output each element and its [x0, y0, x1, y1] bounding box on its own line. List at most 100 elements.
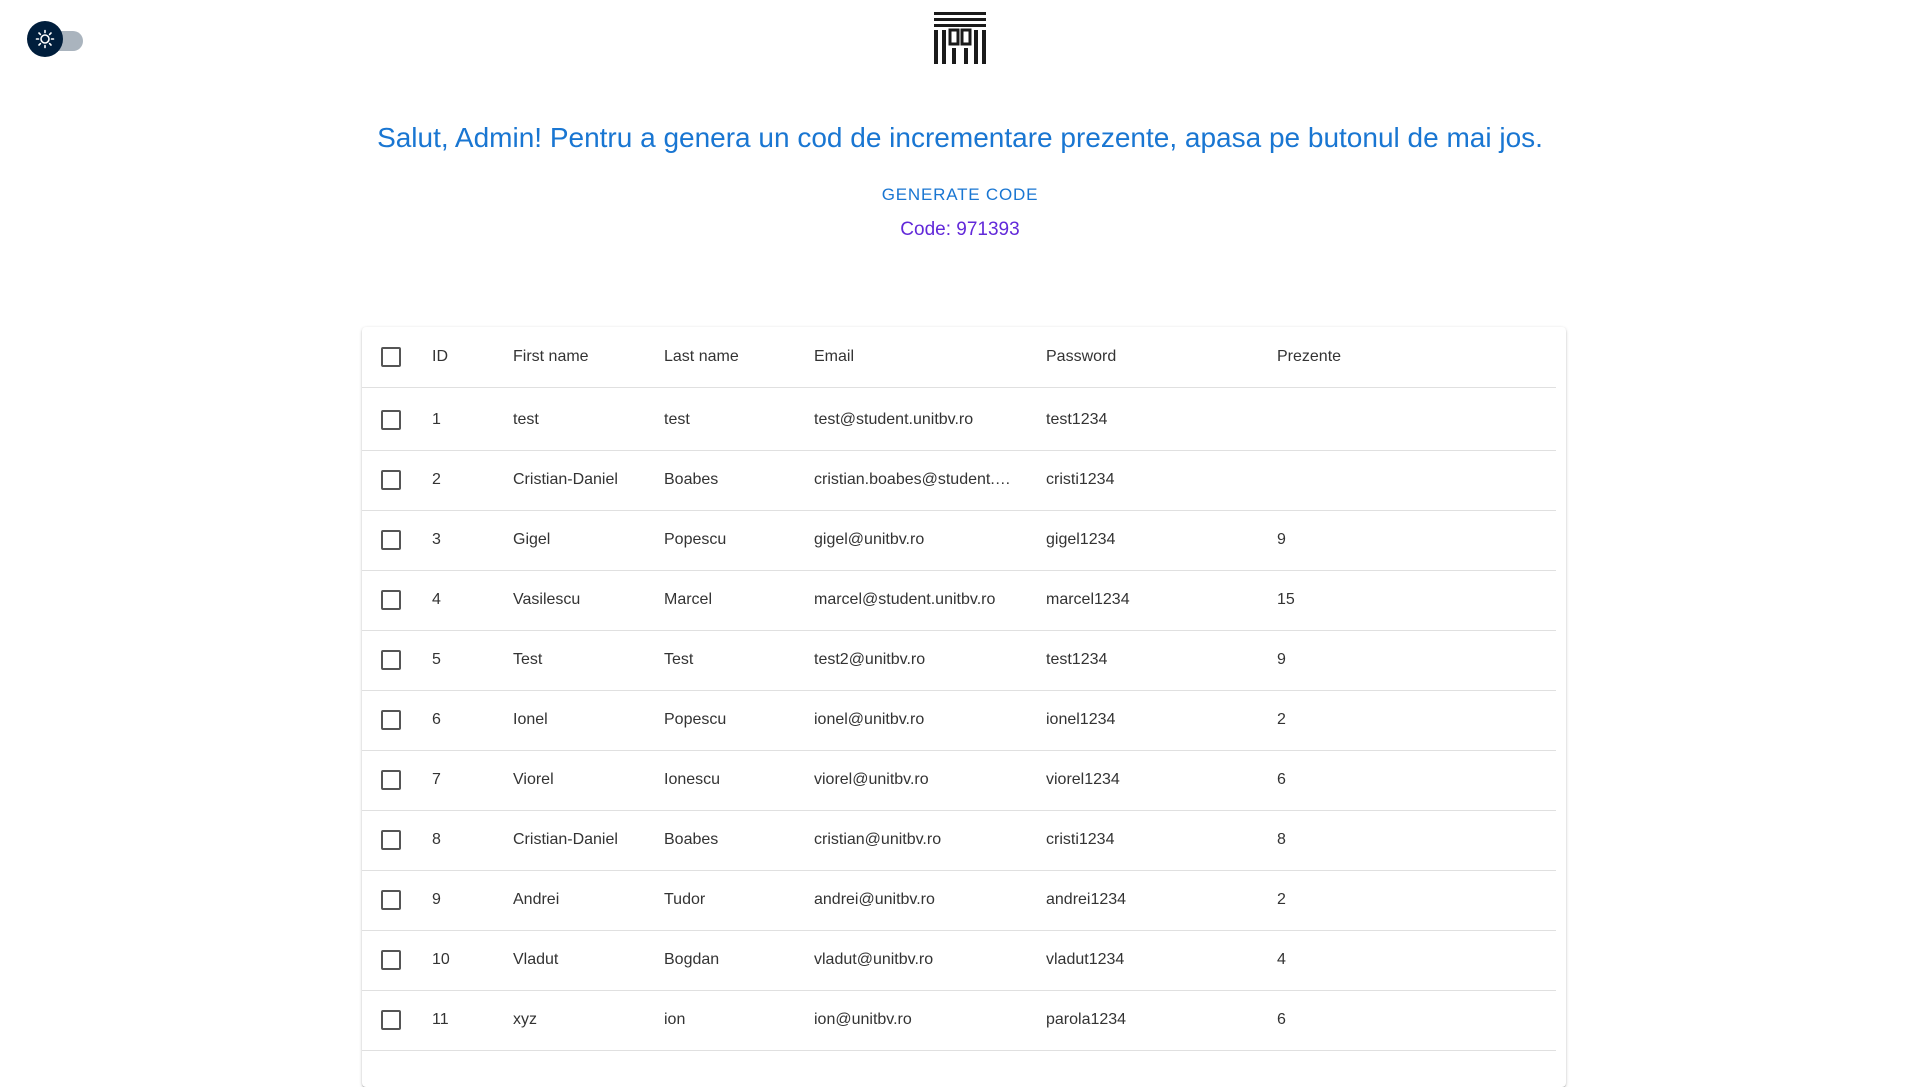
cell-id: 8: [432, 831, 441, 848]
cell-prezente: 2: [1277, 891, 1286, 908]
column-header-first-name[interactable]: First name: [513, 327, 653, 387]
table-row[interactable]: 7 Viorel Ionescu viorel@unitbv.ro viorel…: [362, 750, 1556, 811]
cell-first-name: Andrei: [513, 891, 560, 908]
row-checkbox[interactable]: [381, 410, 401, 430]
cell-last-name: Boabes: [664, 831, 719, 848]
cell-first-name: Cristian-Daniel: [513, 831, 618, 848]
table-row[interactable]: 8 Cristian-Daniel Boabes cristian@unitbv…: [362, 810, 1556, 871]
cell-prezente: 4: [1277, 951, 1286, 968]
column-header-last-name[interactable]: Last name: [664, 327, 804, 387]
table-row[interactable]: 1 test test test@student.unitbv.ro test1…: [362, 390, 1556, 451]
cell-password: viorel1234: [1046, 771, 1120, 788]
table-row[interactable]: 5 Test Test test2@unitbv.ro test1234 9: [362, 630, 1556, 691]
generated-code: Code: 971393: [900, 219, 1020, 240]
cell-first-name: Viorel: [513, 771, 554, 788]
row-checkbox[interactable]: [381, 1010, 401, 1030]
cell-first-name: Cristian-Daniel: [513, 471, 618, 488]
table-row[interactable]: 2 Cristian-Daniel Boabes cristian.boabes…: [362, 450, 1556, 511]
cell-email: ionel@unitbv.ro: [814, 711, 925, 728]
cell-password: test1234: [1046, 411, 1108, 428]
row-checkbox[interactable]: [381, 950, 401, 970]
cell-first-name: xyz: [513, 1011, 537, 1028]
cell-password: parola1234: [1046, 1011, 1127, 1028]
table-header-row: ID First name Last name Email Password P…: [362, 327, 1556, 388]
cell-id: 7: [432, 771, 441, 788]
generate-code-button[interactable]: GENERATE CODE: [880, 183, 1040, 207]
cell-prezente: 6: [1277, 1011, 1286, 1028]
cell-first-name: Gigel: [513, 531, 551, 548]
cell-last-name: Popescu: [664, 531, 727, 548]
cell-email: marcel@student.unitbv.ro: [814, 591, 996, 608]
cell-last-name: Boabes: [664, 471, 719, 488]
table-row[interactable]: 11 xyz ion ion@unitbv.ro parola1234 6: [362, 990, 1556, 1051]
cell-prezente: [1277, 450, 1477, 510]
row-checkbox[interactable]: [381, 590, 401, 610]
cell-password: andrei1234: [1046, 891, 1127, 908]
cell-password: ionel1234: [1046, 711, 1116, 728]
table-row[interactable]: 4 Vasilescu Marcel marcel@student.unitbv…: [362, 570, 1556, 631]
column-header-id[interactable]: ID: [432, 327, 492, 387]
cell-id: 2: [432, 471, 441, 488]
cell-id: 6: [432, 711, 441, 728]
row-checkbox[interactable]: [381, 770, 401, 790]
column-header-email[interactable]: Email: [814, 327, 1019, 387]
cell-password: cristi1234: [1046, 831, 1115, 848]
cell-prezente: [1277, 390, 1477, 450]
cell-prezente: 2: [1277, 711, 1286, 728]
table-row[interactable]: 3 Gigel Popescu gigel@unitbv.ro gigel123…: [362, 510, 1556, 571]
cell-first-name: Vasilescu: [513, 591, 581, 608]
row-checkbox[interactable]: [381, 890, 401, 910]
cell-email: cristian.boabes@student.unitbv.ro: [814, 471, 1019, 488]
cell-id: 3: [432, 531, 441, 548]
cell-last-name: test: [664, 411, 690, 428]
theme-toggle[interactable]: [27, 21, 85, 57]
sun-icon: [35, 29, 55, 49]
cell-email: ion@unitbv.ro: [814, 1011, 912, 1028]
row-checkbox[interactable]: [381, 830, 401, 850]
cell-email: gigel@unitbv.ro: [814, 531, 925, 548]
cell-password: gigel1234: [1046, 531, 1116, 548]
cell-prezente: 8: [1277, 831, 1286, 848]
cell-last-name: Tudor: [664, 891, 706, 908]
cell-id: 9: [432, 891, 441, 908]
cell-id: 10: [432, 951, 450, 968]
table-row[interactable]: 10 Vladut Bogdan vladut@unitbv.ro vladut…: [362, 930, 1556, 991]
cell-last-name: Popescu: [664, 711, 727, 728]
cell-password: marcel1234: [1046, 591, 1130, 608]
table-row[interactable]: 9 Andrei Tudor andrei@unitbv.ro andrei12…: [362, 870, 1556, 931]
cell-id: 11: [432, 1011, 449, 1028]
table-row[interactable]: 6 Ionel Popescu ionel@unitbv.ro ionel123…: [362, 690, 1556, 751]
row-checkbox[interactable]: [381, 710, 401, 730]
cell-email: vladut@unitbv.ro: [814, 951, 934, 968]
cell-prezente: 9: [1277, 531, 1286, 548]
select-all-checkbox[interactable]: [381, 347, 401, 367]
cell-last-name: Bogdan: [664, 951, 720, 968]
building-logo-icon: [934, 12, 986, 64]
column-header-password[interactable]: Password: [1046, 327, 1246, 387]
cell-id: 5: [432, 651, 441, 668]
row-checkbox[interactable]: [381, 470, 401, 490]
cell-password: test1234: [1046, 651, 1108, 668]
row-checkbox[interactable]: [381, 530, 401, 550]
cell-password: vladut1234: [1046, 951, 1125, 968]
users-table: ID First name Last name Email Password P…: [362, 327, 1566, 1087]
cell-first-name: test: [513, 411, 539, 428]
cell-email: viorel@unitbv.ro: [814, 771, 929, 788]
cell-email: test@student.unitbv.ro: [814, 411, 974, 428]
cell-id: 4: [432, 591, 441, 608]
toggle-thumb[interactable]: [27, 21, 63, 57]
cell-last-name: Marcel: [664, 591, 713, 608]
cell-first-name: Vladut: [513, 951, 559, 968]
cell-first-name: Test: [513, 651, 543, 668]
cell-email: cristian@unitbv.ro: [814, 831, 942, 848]
cell-first-name: Ionel: [513, 711, 548, 728]
cell-email: test2@unitbv.ro: [814, 651, 926, 668]
cell-prezente: 9: [1277, 651, 1286, 668]
cell-last-name: Test: [664, 651, 694, 668]
cell-id: 1: [432, 411, 441, 428]
cell-prezente: 6: [1277, 771, 1286, 788]
cell-prezente: 15: [1277, 591, 1295, 608]
cell-last-name: Ionescu: [664, 771, 721, 788]
row-checkbox[interactable]: [381, 650, 401, 670]
column-header-prezente[interactable]: Prezente: [1277, 327, 1477, 387]
